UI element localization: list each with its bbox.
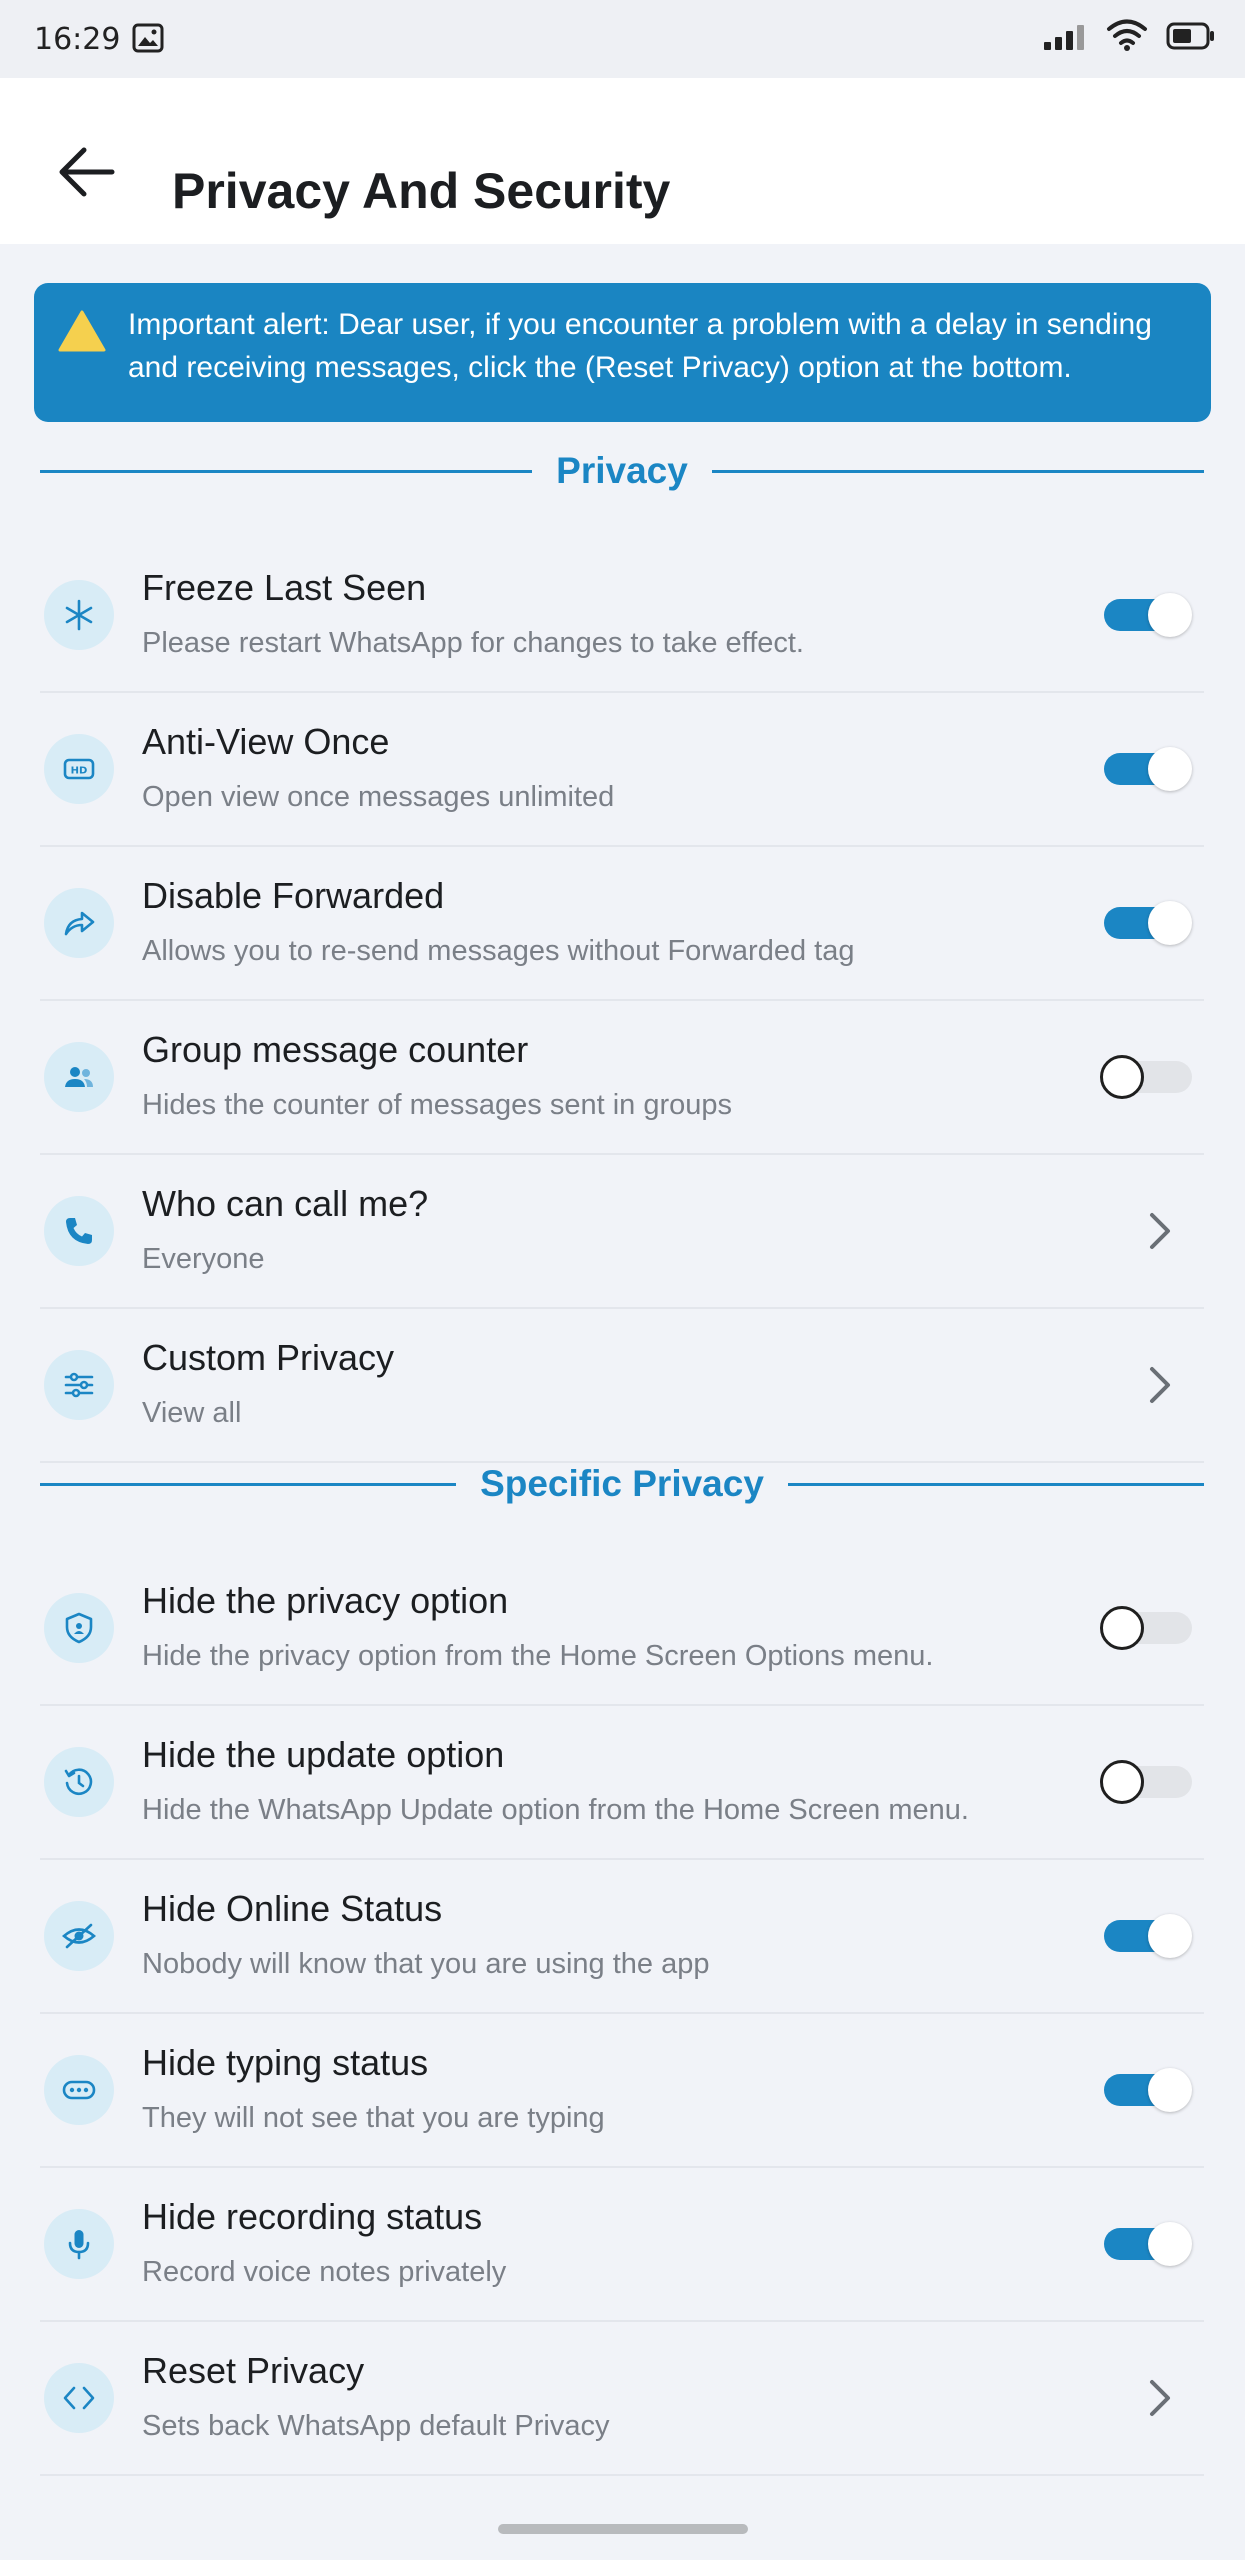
shield-icon (44, 1593, 114, 1663)
row-subtitle: Hides the counter of messages sent in gr… (142, 1089, 732, 1121)
section-title-privacy: Privacy (556, 450, 688, 491)
setting-hide-online-status[interactable]: Hide Online Status Nobody will know that… (40, 1860, 1204, 2014)
hide-recording-status-toggle[interactable] (1100, 2222, 1192, 2266)
row-subtitle: View all (142, 1397, 242, 1429)
signal-icon (1044, 25, 1084, 50)
group-icon (44, 1042, 114, 1112)
svg-text:HD: HD (71, 766, 88, 777)
row-subtitle: Nobody will know that you are using the … (142, 1948, 710, 1980)
section-title-specific-privacy: Specific Privacy (480, 1463, 764, 1504)
alert-banner: Important alert: Dear user, if you encou… (34, 283, 1211, 422)
row-subtitle: Hide the privacy option from the Home Sc… (142, 1640, 934, 1672)
section-header-specific-privacy: Specific Privacy (40, 1454, 1204, 1514)
setting-hide-privacy-option[interactable]: Hide the privacy option Hide the privacy… (40, 1552, 1204, 1706)
row-subtitle: Sets back WhatsApp default Privacy (142, 2410, 610, 2442)
setting-custom-privacy[interactable]: Custom Privacy View all (40, 1309, 1204, 1463)
chevron-right-icon (1150, 1367, 1170, 1403)
forward-icon (44, 888, 114, 958)
microphone-icon (44, 2209, 114, 2279)
row-title: Hide the update option (142, 1734, 505, 1775)
row-subtitle: Everyone (142, 1243, 265, 1275)
row-subtitle: Record voice notes privately (142, 2256, 507, 2288)
hide-typing-status-toggle[interactable] (1100, 2068, 1192, 2112)
battery-icon (1166, 22, 1214, 50)
freeze-last-seen-toggle[interactable] (1100, 593, 1192, 637)
row-title: Custom Privacy (142, 1337, 395, 1378)
setting-hide-typing-status[interactable]: Hide typing status They will not see tha… (40, 2014, 1204, 2168)
divider-line (40, 1482, 457, 1486)
snowflake-icon (44, 580, 114, 650)
setting-hide-recording-status[interactable]: Hide recording status Record voice notes… (40, 2168, 1204, 2322)
row-title: Hide Online Status (142, 1888, 443, 1929)
divider-line (40, 469, 533, 473)
divider-line (787, 1482, 1204, 1486)
hide-online-status-toggle[interactable] (1100, 1914, 1192, 1958)
hide-privacy-option-toggle[interactable] (1100, 1606, 1192, 1650)
status-time: 16:29 (34, 22, 121, 57)
group-message-counter-toggle[interactable] (1100, 1055, 1192, 1099)
typing-icon (44, 2055, 114, 2125)
row-subtitle: Hide the WhatsApp Update option from the… (142, 1794, 969, 1826)
row-subtitle: Please restart WhatsApp for changes to t… (142, 627, 804, 659)
page-title: Privacy And Security (172, 163, 671, 219)
status-bar: 16:29 (0, 0, 1245, 78)
section-header-privacy: Privacy (40, 441, 1205, 501)
setting-who-can-call-me[interactable]: Who can call me? Everyone (40, 1155, 1204, 1309)
row-title: Group message counter (142, 1029, 529, 1070)
setting-group-message-counter[interactable]: Group message counter Hides the counter … (40, 1001, 1204, 1155)
sliders-icon (44, 1350, 114, 1420)
setting-anti-view-once[interactable]: HD Anti-View Once Open view once message… (40, 693, 1204, 847)
row-subtitle: They will not see that you are typing (142, 2102, 605, 2134)
eye-off-icon (44, 1901, 114, 1971)
arrow-left-icon (59, 147, 115, 197)
code-icon (44, 2363, 114, 2433)
phone-icon (44, 1196, 114, 1266)
alert-text: Important alert: Dear user, if you encou… (128, 308, 1152, 384)
app-header: Privacy And Security (0, 78, 1245, 244)
history-icon (44, 1747, 114, 1817)
gallery-icon (132, 23, 164, 53)
setting-freeze-last-seen[interactable]: Freeze Last Seen Please restart WhatsApp… (40, 539, 1204, 693)
row-title: Hide typing status (142, 2042, 429, 2083)
row-title: Anti-View Once (142, 721, 390, 762)
back-button[interactable] (44, 130, 128, 214)
row-subtitle: Open view once messages unlimited (142, 781, 615, 813)
home-indicator[interactable] (498, 2524, 748, 2534)
row-title: Who can call me? (142, 1183, 429, 1224)
chevron-right-icon (1150, 2380, 1170, 2416)
setting-hide-update-option[interactable]: Hide the update option Hide the WhatsApp… (40, 1706, 1204, 1860)
row-title: Reset Privacy (142, 2350, 365, 2391)
divider-line (711, 469, 1205, 473)
row-subtitle: Allows you to re-send messages without F… (142, 935, 855, 967)
setting-disable-forwarded[interactable]: Disable Forwarded Allows you to re-send … (40, 847, 1204, 1001)
chevron-right-icon (1150, 1213, 1170, 1249)
hide-update-option-toggle[interactable] (1100, 1760, 1192, 1804)
hd-icon: HD (44, 734, 114, 804)
row-title: Hide recording status (142, 2196, 483, 2237)
row-title: Disable Forwarded (142, 875, 445, 916)
wifi-icon (1107, 19, 1147, 51)
warning-icon (58, 310, 106, 352)
row-title: Hide the privacy option (142, 1580, 509, 1621)
row-title: Freeze Last Seen (142, 567, 427, 608)
anti-view-once-toggle[interactable] (1100, 747, 1192, 791)
setting-reset-privacy[interactable]: Reset Privacy Sets back WhatsApp default… (40, 2322, 1204, 2476)
disable-forwarded-toggle[interactable] (1100, 901, 1192, 945)
